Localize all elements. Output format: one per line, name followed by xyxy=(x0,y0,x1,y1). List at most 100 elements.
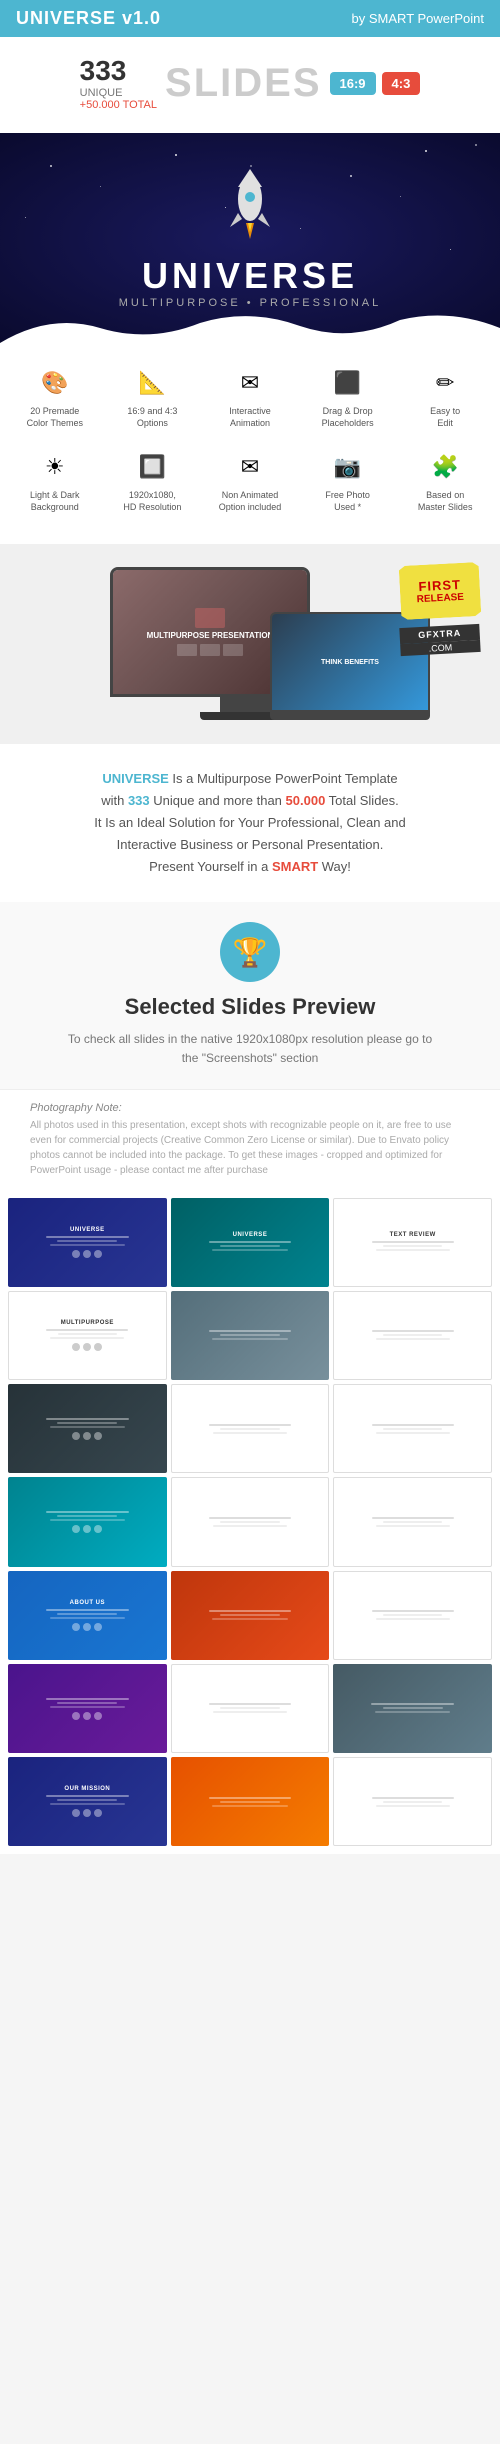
slides-grid: UNIVERSE UNIVERSE TEXT REVIEW MULTIPURPO… xyxy=(8,1198,492,1847)
slide-thumb-content: MULTIPURPOSE xyxy=(9,1292,166,1379)
features-section: 🎨 20 PremadeColor Themes 📐 16:9 and 4:3O… xyxy=(0,343,500,544)
slide-thumb-content: ABOUT US xyxy=(8,1571,167,1660)
count-333: 333 xyxy=(80,55,127,86)
unique-label: UNIQUE xyxy=(80,87,157,99)
release-label: RELEASE xyxy=(412,591,468,605)
description-section: UNIVERSE Is a Multipurpose PowerPoint Te… xyxy=(0,744,500,902)
slide-thumb[interactable] xyxy=(333,1664,492,1753)
universe-highlight: UNIVERSE xyxy=(102,771,168,786)
trophy-title: Selected Slides Preview xyxy=(20,994,480,1020)
slide-thumb[interactable] xyxy=(171,1384,330,1473)
description-text: UNIVERSE Is a Multipurpose PowerPoint Te… xyxy=(30,768,470,878)
slide-thumb[interactable] xyxy=(171,1291,330,1380)
feature-label-0: 20 PremadeColor Themes xyxy=(12,406,98,429)
slide-thumb-content xyxy=(172,1665,329,1752)
slide-thumb[interactable] xyxy=(171,1477,330,1566)
slide-thumb-content xyxy=(171,1571,330,1660)
release-badge-inner: FIRST RELEASE xyxy=(399,562,482,620)
photo-note-text: All photos used in this presentation, ex… xyxy=(30,1118,470,1178)
slide-thumb-content xyxy=(334,1385,491,1472)
feature-label-4: Easy toEdit xyxy=(402,406,488,429)
slide-thumb[interactable] xyxy=(171,1757,330,1846)
ratio-badges: 16:9 4:3 xyxy=(330,72,421,95)
slide-thumb-content xyxy=(334,1292,491,1379)
features-grid: 🎨 20 PremadeColor Themes 📐 16:9 and 4:3O… xyxy=(10,359,490,520)
ratio-43[interactable]: 4:3 xyxy=(382,72,421,95)
slide-thumb[interactable] xyxy=(333,1571,492,1660)
slide-thumb-content: UNIVERSE xyxy=(8,1198,167,1287)
feature-icon-5: ☀ xyxy=(37,449,73,485)
slide-thumb-content xyxy=(171,1291,330,1380)
first-release-badge: FIRST RELEASE GFXTRA .COM xyxy=(400,564,480,654)
feature-item-9: 🧩 Based onMaster Slides xyxy=(400,443,490,519)
feature-icon-2: ✉ xyxy=(232,365,268,401)
slide-thumb-content xyxy=(8,1384,167,1473)
slides-grid-section: UNIVERSE UNIVERSE TEXT REVIEW MULTIPURPO… xyxy=(0,1190,500,1855)
slide-thumb[interactable]: UNIVERSE xyxy=(171,1198,330,1287)
trophy-section: 🏆 Selected Slides Preview To check all s… xyxy=(0,902,500,1088)
ratio-169[interactable]: 16:9 xyxy=(330,72,376,95)
devices-container: MULTIPURPOSE PRESENTATION THINK BENEFITS xyxy=(110,567,390,720)
slide-thumb-content xyxy=(8,1477,167,1566)
feature-label-3: Drag & DropPlaceholders xyxy=(305,406,391,429)
preview-content: UNIVERSE MULTIPURPOSE • PROFESSIONAL xyxy=(119,167,382,309)
slide-thumb[interactable] xyxy=(8,1384,167,1473)
slide-thumb[interactable] xyxy=(333,1384,492,1473)
feature-label-8: Free PhotoUsed * xyxy=(305,490,391,513)
feature-item-8: 📷 Free PhotoUsed * xyxy=(303,443,393,519)
slide-thumb-content: UNIVERSE xyxy=(171,1198,330,1287)
feature-item-3: ⬛ Drag & DropPlaceholders xyxy=(303,359,393,435)
slide-thumb-content xyxy=(334,1478,491,1565)
slide-thumb-content xyxy=(172,1478,329,1565)
feature-item-1: 📐 16:9 and 4:3Options xyxy=(108,359,198,435)
feature-label-5: Light & DarkBackground xyxy=(12,490,98,513)
feature-item-5: ☀ Light & DarkBackground xyxy=(10,443,100,519)
laptop-base xyxy=(270,712,430,720)
slide-thumb[interactable] xyxy=(333,1757,492,1846)
feature-label-7: Non AnimatedOption included xyxy=(207,490,293,513)
slide-thumb[interactable] xyxy=(8,1664,167,1753)
preview-title: UNIVERSE xyxy=(119,255,382,297)
feature-icon-1: 📐 xyxy=(134,365,170,401)
hero-section: 333 UNIQUE +50.000 TOTAL SLIDES 16:9 4:3 xyxy=(0,37,500,133)
slide-thumb[interactable] xyxy=(333,1291,492,1380)
feature-item-6: 🔲 1920x1080,HD Resolution xyxy=(108,443,198,519)
slide-thumb-content xyxy=(171,1757,330,1846)
feature-label-2: InteractiveAnimation xyxy=(207,406,293,429)
trophy-desc: To check all slides in the native 1920x1… xyxy=(60,1030,440,1068)
plus50: +50.000 TOTAL xyxy=(80,99,157,111)
release-section: MULTIPURPOSE PRESENTATION THINK BENEFITS xyxy=(0,544,500,744)
slide-thumb-content xyxy=(8,1664,167,1753)
slide-thumb-content xyxy=(334,1758,491,1845)
photo-note: Photography Note: All photos used in thi… xyxy=(0,1089,500,1190)
slide-thumb[interactable]: ABOUT US xyxy=(8,1571,167,1660)
cloud-base xyxy=(0,308,500,343)
slide-thumb[interactable] xyxy=(8,1477,167,1566)
preview-subtitle: MULTIPURPOSE • PROFESSIONAL xyxy=(119,297,382,309)
header: UNIVERSE v1.0 by SMART PowerPoint xyxy=(0,0,500,37)
slide-thumb[interactable] xyxy=(171,1571,330,1660)
monitor-text: MULTIPURPOSE PRESENTATION xyxy=(147,631,274,640)
total-highlight: 50.000 xyxy=(286,793,326,808)
slide-thumb[interactable]: OUR MISSION xyxy=(8,1757,167,1846)
feature-item-2: ✉ InteractiveAnimation xyxy=(205,359,295,435)
count-text: 333 UNIQUE +50.000 TOTAL xyxy=(80,55,157,111)
monitor-content: MULTIPURPOSE PRESENTATION xyxy=(143,604,278,660)
slide-thumb[interactable] xyxy=(171,1664,330,1753)
trophy-icon: 🏆 xyxy=(220,922,280,982)
feature-icon-3: ⬛ xyxy=(330,365,366,401)
slide-thumb[interactable] xyxy=(333,1477,492,1566)
slides-count: 333 UNIQUE +50.000 TOTAL SLIDES 16:9 4:3 xyxy=(20,55,480,111)
slide-thumb[interactable]: UNIVERSE xyxy=(8,1198,167,1287)
main-preview: UNIVERSE MULTIPURPOSE • PROFESSIONAL xyxy=(0,133,500,343)
feature-icon-9: 🧩 xyxy=(427,449,463,485)
feature-icon-7: ✉ xyxy=(232,449,268,485)
feature-item-0: 🎨 20 PremadeColor Themes xyxy=(10,359,100,435)
slide-thumb[interactable]: MULTIPURPOSE xyxy=(8,1291,167,1380)
slide-thumb[interactable]: TEXT REVIEW xyxy=(333,1198,492,1287)
feature-icon-8: 📷 xyxy=(330,449,366,485)
feature-icon-4: ✏ xyxy=(427,365,463,401)
slide-thumb-content xyxy=(334,1572,491,1659)
laptop-text: THINK BENEFITS xyxy=(321,659,379,666)
gfxtra-label: GFXTRA .COM xyxy=(399,624,480,656)
